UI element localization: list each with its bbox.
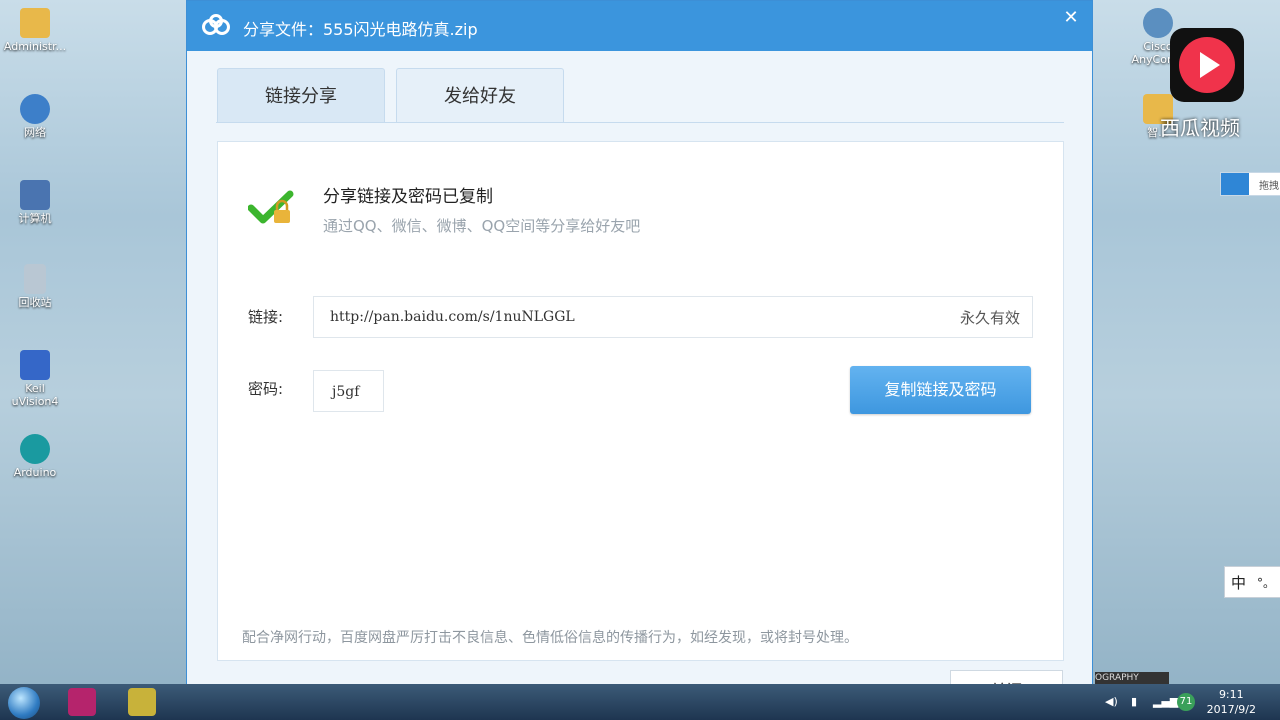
success-subtitle: 通过QQ、微信、微博、QQ空间等分享给好友吧 xyxy=(323,217,641,235)
policy-notice: 配合净网行动，百度网盘严厉打击不良信息、色情低俗信息的传播行为，如经发现，或将封… xyxy=(242,630,858,646)
password-label: 密码: xyxy=(248,380,284,398)
desktop-icon-label: 网络 xyxy=(24,126,46,139)
power-icon[interactable]: ▮ xyxy=(1131,695,1137,708)
volume-icon[interactable]: ◀) xyxy=(1105,695,1118,708)
desktop-icon-computer[interactable]: 计算机 xyxy=(0,180,70,225)
desktop-icon-network[interactable]: 网络 xyxy=(0,94,70,139)
clock-date: 2017/9/2 xyxy=(1206,703,1256,716)
desktop-icon-arduino[interactable]: Arduino xyxy=(0,434,70,479)
tray-badge[interactable]: 71 xyxy=(1177,693,1195,711)
desktop-icon-label: Keil uVision4 xyxy=(11,382,59,408)
share-panel: 分享链接及密码已复制 通过QQ、微信、微博、QQ空间等分享给好友吧 链接: ht… xyxy=(217,141,1064,661)
system-tray: ◀) ▮ ▂▄▆ 71 9:11 2017/9/2 xyxy=(1095,684,1280,720)
desktop-icon-recycle-bin[interactable]: 回收站 xyxy=(0,264,70,309)
arduino-icon xyxy=(20,434,50,464)
link-field[interactable]: http://pan.baidu.com/s/1nuNLGGL 永久有效 xyxy=(313,296,1033,338)
tab-send-friend[interactable]: 发给好友 xyxy=(396,68,564,122)
dialog-body: 链接分享 发给好友 分享链接及密码已复制 通过QQ、微信、微博、QQ空间等分享给… xyxy=(187,51,1092,719)
desktop-icon-administrator[interactable]: Administr... xyxy=(0,8,70,53)
network-signal-icon[interactable]: ▂▄▆ xyxy=(1153,695,1178,708)
check-lock-icon xyxy=(248,190,294,224)
desktop-icon-label: Arduino xyxy=(13,466,57,479)
altium-app-icon[interactable] xyxy=(128,688,156,716)
ime-mode-label[interactable]: 中 xyxy=(1231,572,1246,593)
baidu-float-tab[interactable]: 拖拽 xyxy=(1220,172,1280,196)
tab-link-share[interactable]: 链接分享 xyxy=(217,68,385,122)
desktop-icon-label: 回收站 xyxy=(18,296,52,309)
start-button[interactable] xyxy=(8,687,40,719)
close-icon[interactable]: ✕ xyxy=(1060,7,1082,29)
dialog-title: 分享文件：555闪光电路仿真.zip xyxy=(243,20,478,39)
clock-time: 9:11 xyxy=(1218,688,1244,701)
ime-toolbar[interactable]: 中 °。 xyxy=(1224,566,1280,598)
tab-divider xyxy=(216,122,1064,123)
network-globe-icon xyxy=(20,94,50,124)
partial-window-text: OGRAPHY xyxy=(1095,672,1169,684)
keil-icon xyxy=(20,350,50,380)
computer-icon xyxy=(20,180,50,210)
watermark-text: 西瓜视频 xyxy=(1160,116,1240,140)
copy-link-button[interactable]: 复制链接及密码 xyxy=(850,366,1031,414)
link-validity[interactable]: 永久有效 xyxy=(960,307,1020,328)
baidu-float-label: 拖拽 xyxy=(1259,181,1279,192)
link-url[interactable]: http://pan.baidu.com/s/1nuNLGGL xyxy=(330,309,575,325)
link-label: 链接: xyxy=(248,308,284,326)
play-icon xyxy=(1200,52,1220,78)
success-title: 分享链接及密码已复制 xyxy=(323,187,493,207)
rss-app-icon[interactable] xyxy=(68,688,96,716)
share-dialog: 分享文件：555闪光电路仿真.zip ✕ 链接分享 发给好友 分享链接及密码已复… xyxy=(186,0,1093,720)
dialog-titlebar[interactable]: 分享文件：555闪光电路仿真.zip ✕ xyxy=(187,1,1092,51)
baidu-cloud-icon xyxy=(1221,173,1249,195)
cisco-globe-icon xyxy=(1143,8,1173,38)
taskbar: OGRAPHY ◀) ▮ ▂▄▆ 71 9:11 2017/9/2 xyxy=(0,672,1280,720)
password-field[interactable]: j5gf xyxy=(313,370,384,412)
desktop-icon-label: Administr... xyxy=(3,40,67,53)
xigua-logo-icon xyxy=(1170,28,1244,102)
desktop-icon-keil[interactable]: Keil uVision4 xyxy=(0,350,70,408)
ime-punct-label[interactable]: °。 xyxy=(1257,574,1275,591)
clock[interactable]: 9:11 2017/9/2 xyxy=(1207,687,1256,717)
baidu-cloud-icon xyxy=(202,14,230,35)
recycle-bin-icon xyxy=(24,264,46,294)
desktop-icon-label: 计算机 xyxy=(18,212,52,225)
folder-user-icon xyxy=(20,8,50,38)
